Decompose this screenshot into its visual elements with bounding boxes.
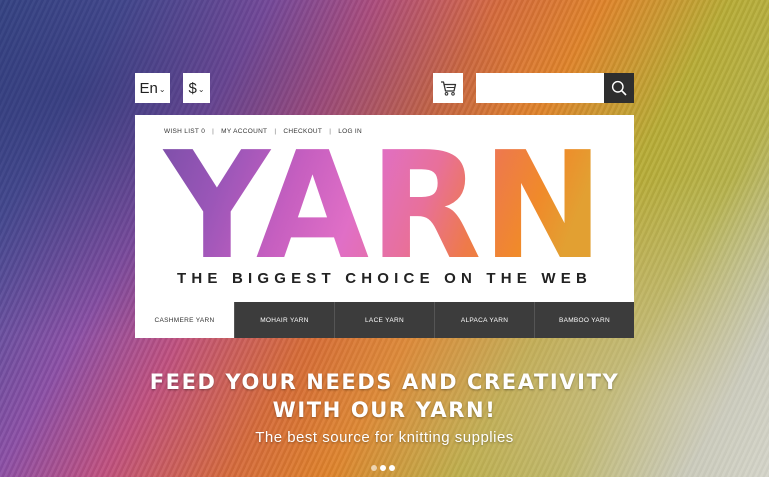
hero-text: FEED YOUR NEEDS AND CREATIVITY WITH OUR … — [0, 368, 769, 446]
nav-item-bamboo-yarn[interactable]: BAMBOO YARN — [534, 302, 634, 338]
separator: | — [274, 128, 277, 135]
slider-dot-active[interactable] — [380, 465, 386, 471]
category-nav: CASHMERE YARN MOHAIR YARN LACE YARN ALPA… — [135, 302, 634, 338]
account-links: WISH LIST 0 | MY ACCOUNT | CHECKOUT | LO… — [164, 128, 362, 135]
search-input[interactable] — [476, 73, 604, 103]
login-link[interactable]: LOG IN — [338, 128, 362, 135]
slider-dot[interactable] — [389, 465, 395, 471]
hero-title-line-2: WITH OUR YARN! — [272, 398, 497, 422]
top-bar: En ⌄ $ ⌄ — [135, 73, 634, 103]
separator: | — [212, 128, 215, 135]
logo-text: YARN — [162, 146, 604, 261]
nav-item-alpaca-yarn[interactable]: ALPACA YARN — [434, 302, 534, 338]
slider-dot[interactable] — [371, 465, 377, 471]
currency-value: $ — [188, 79, 197, 97]
language-select[interactable]: En ⌄ — [135, 73, 170, 103]
nav-item-mohair-yarn[interactable]: MOHAIR YARN — [234, 302, 334, 338]
my-account-link[interactable]: MY ACCOUNT — [221, 128, 267, 135]
currency-select[interactable]: $ ⌄ — [183, 73, 210, 103]
logo-tagline: THE BIGGEST CHOICE ON THE WEB — [177, 270, 592, 287]
wishlist-link[interactable]: WISH LIST 0 — [164, 128, 205, 135]
separator: | — [329, 128, 332, 135]
chevron-down-icon: ⌄ — [197, 85, 205, 94]
chevron-down-icon: ⌄ — [158, 85, 166, 94]
cart-button[interactable] — [433, 73, 463, 103]
checkout-link[interactable]: CHECKOUT — [283, 128, 322, 135]
nav-item-cashmere-yarn[interactable]: CASHMERE YARN — [135, 302, 234, 338]
cart-icon — [440, 80, 456, 96]
slider-dots — [371, 465, 395, 471]
search-icon — [611, 80, 627, 96]
header-panel: WISH LIST 0 | MY ACCOUNT | CHECKOUT | LO… — [135, 115, 634, 338]
nav-item-lace-yarn[interactable]: LACE YARN — [334, 302, 434, 338]
search-button[interactable] — [604, 73, 634, 103]
hero-subtitle: The best source for knitting supplies — [255, 429, 514, 446]
hero-title-line-1: FEED YOUR NEEDS AND CREATIVITY — [149, 370, 620, 394]
yarn-logo[interactable]: YARN — [162, 146, 607, 261]
language-value: En — [139, 79, 158, 97]
